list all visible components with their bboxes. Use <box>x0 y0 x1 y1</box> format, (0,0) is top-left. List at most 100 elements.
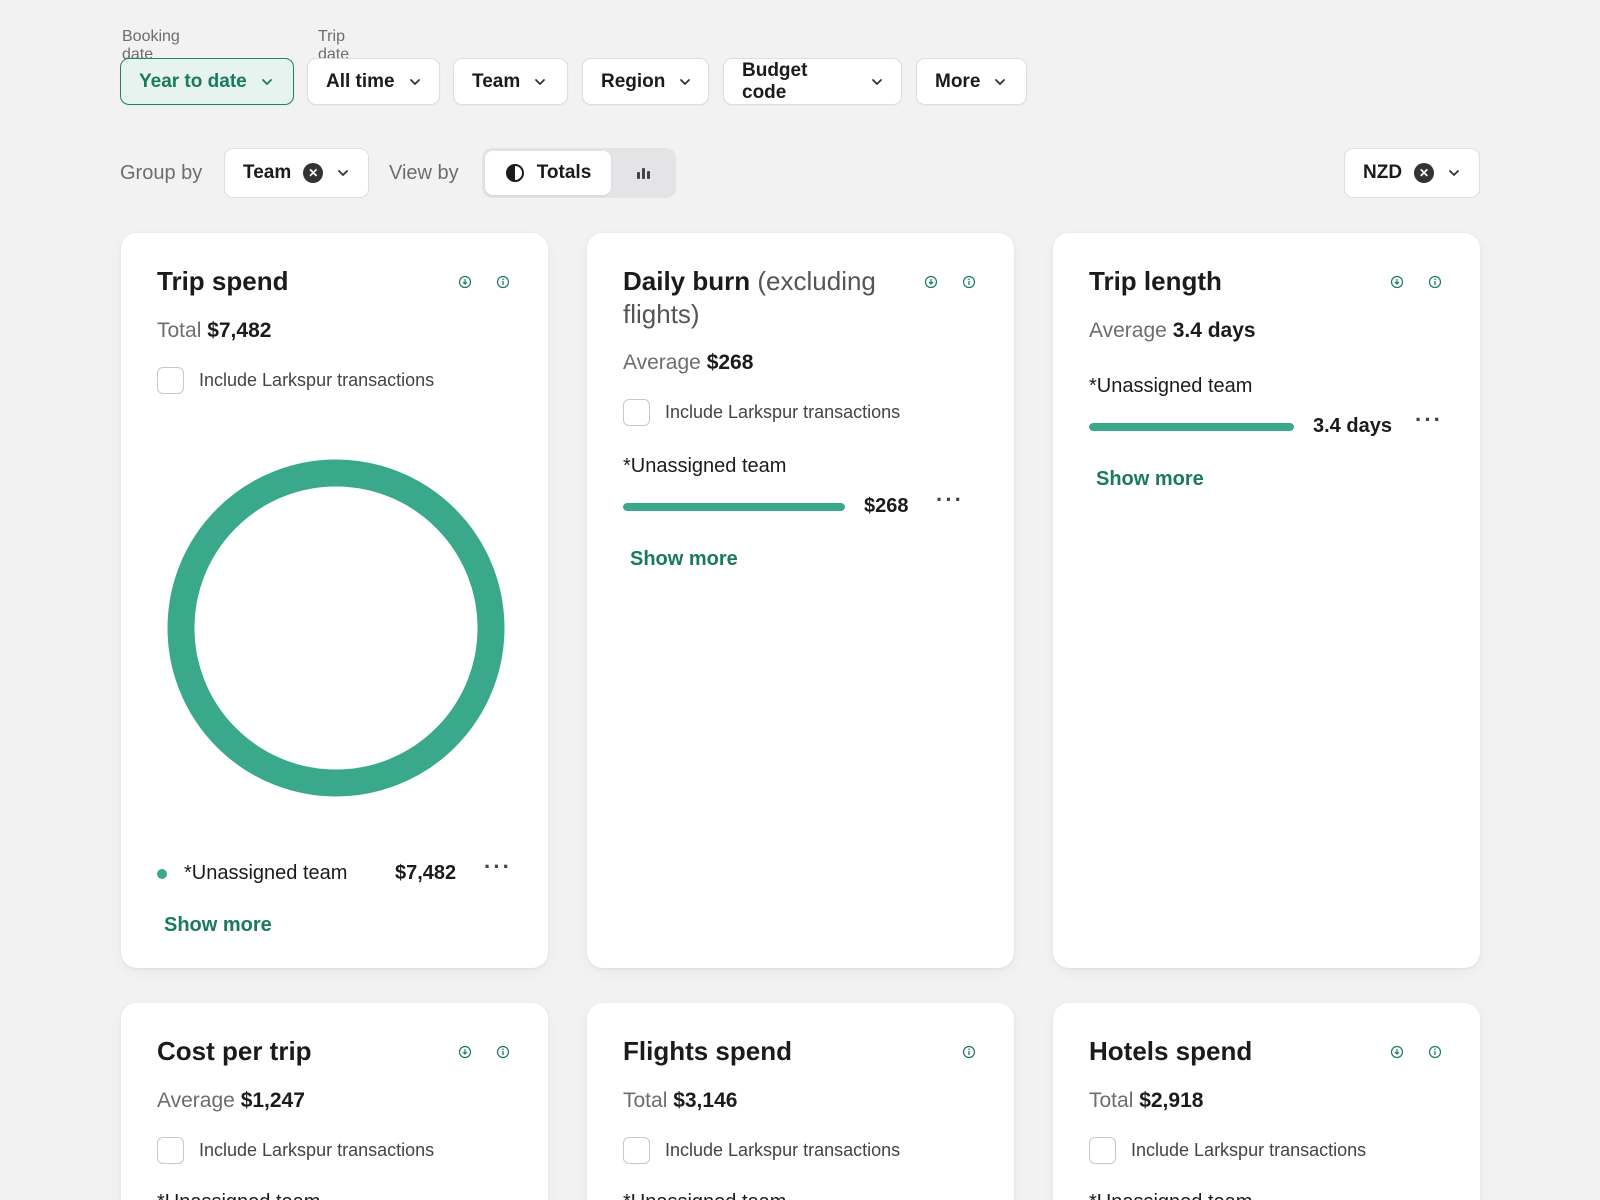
row-label: *Unassigned team <box>623 1191 786 1200</box>
card-title: Flights spend <box>623 1036 792 1066</box>
region-filter-label: Region <box>601 70 666 92</box>
larkspur-checkbox[interactable] <box>623 399 650 426</box>
larkspur-checkbox-row[interactable]: Include Larkspur transactions <box>623 399 900 426</box>
larkspur-checkbox[interactable] <box>623 1137 650 1164</box>
trip-date-value: All time <box>326 70 395 92</box>
bar-chart-icon <box>634 165 652 181</box>
trip-spend-card: Trip spend Total $7,482 Include Larkspur… <box>121 233 548 968</box>
chevron-down-icon <box>261 76 273 88</box>
view-by-label: View by <box>389 162 459 184</box>
card-title: Trip length <box>1089 266 1222 296</box>
legend-value: $7,482 <box>395 862 457 884</box>
info-icon[interactable] <box>1428 1045 1442 1059</box>
larkspur-checkbox-row[interactable]: Include Larkspur transactions <box>623 1137 900 1164</box>
chevron-down-icon <box>994 76 1006 88</box>
card-actions <box>924 275 976 289</box>
larkspur-checkbox[interactable] <box>157 367 184 394</box>
chevron-down-icon <box>534 76 546 88</box>
chevron-down-icon <box>409 76 421 88</box>
larkspur-checkbox-row[interactable]: Include Larkspur transactions <box>157 1137 434 1164</box>
clear-icon[interactable]: ✕ <box>1414 163 1435 183</box>
stat-label: Average <box>1089 319 1167 342</box>
stat-value: $3,146 <box>673 1089 738 1112</box>
card-title: Daily burn (excluding flights) <box>623 265 893 331</box>
info-icon[interactable] <box>962 1045 976 1059</box>
group-by-select[interactable]: Team ✕ <box>224 148 369 198</box>
flights-spend-card: Flights spend Total $3,146 Include Larks… <box>587 1003 1014 1200</box>
chevron-down-icon <box>337 167 349 179</box>
card-stat: Average $268 <box>623 351 753 375</box>
row-value: 3.4 days <box>1313 415 1392 437</box>
stat-label: Total <box>623 1089 668 1112</box>
trip-length-card: Trip length Average 3.4 days *Unassigned… <box>1053 233 1480 968</box>
download-icon[interactable] <box>1390 275 1404 289</box>
checkbox-label: Include Larkspur transactions <box>1131 1140 1367 1160</box>
currency-select[interactable]: NZD ✕ <box>1344 148 1480 198</box>
booking-date-value: Year to date <box>139 70 247 92</box>
legend-dot <box>157 869 167 879</box>
larkspur-checkbox[interactable] <box>157 1137 184 1164</box>
checkbox-label: Include Larkspur transactions <box>665 1140 901 1160</box>
more-options-icon[interactable]: ··· <box>936 487 964 513</box>
card-stat: Total $3,146 <box>623 1089 737 1113</box>
more-options-icon[interactable]: ··· <box>1415 407 1443 433</box>
stat-label: Total <box>157 319 202 342</box>
donut-slice-unassigned-team[interactable] <box>167 459 505 797</box>
checkbox-label: Include Larkspur transactions <box>665 402 901 422</box>
progress-bar-fill <box>1089 423 1294 431</box>
booking-date-filter[interactable]: Year to date <box>120 58 294 105</box>
view-by-toggle: Totals <box>482 148 676 198</box>
info-icon[interactable] <box>962 275 976 289</box>
budget-code-filter[interactable]: Budget code <box>723 58 902 105</box>
progress-bar <box>623 503 845 511</box>
stat-value: $1,247 <box>240 1089 305 1112</box>
cost-per-trip-card: Cost per trip Average $1,247 Include Lar… <box>121 1003 548 1200</box>
download-icon[interactable] <box>1390 1045 1404 1059</box>
stat-value: $2,918 <box>1139 1089 1204 1112</box>
card-title-main: Daily burn <box>623 266 751 296</box>
view-totals-label: Totals <box>536 162 592 183</box>
clear-icon[interactable]: ✕ <box>303 163 324 183</box>
chevron-down-icon <box>1448 167 1460 179</box>
card-title: Cost per trip <box>157 1036 312 1066</box>
stat-label: Average <box>623 351 701 374</box>
chevron-down-icon <box>679 76 691 88</box>
stat-label: Average <box>157 1089 235 1112</box>
larkspur-checkbox-row[interactable]: Include Larkspur transactions <box>157 367 434 394</box>
trip-date-filter[interactable]: All time <box>307 58 440 105</box>
progress-bar <box>1089 423 1294 431</box>
more-filter[interactable]: More <box>916 58 1027 105</box>
card-actions <box>962 1045 976 1059</box>
show-more-link[interactable]: Show more <box>1096 468 1204 491</box>
stat-value: $7,482 <box>207 319 272 342</box>
view-totals-option[interactable]: Totals <box>485 151 611 195</box>
filter-row: Year to date All time Team Region Budget… <box>120 58 1520 106</box>
row-label: *Unassigned team <box>623 455 787 477</box>
show-more-link[interactable]: Show more <box>630 548 738 571</box>
card-stat: Average 3.4 days <box>1089 319 1256 343</box>
more-filter-label: More <box>935 70 981 92</box>
view-bars-option[interactable] <box>614 151 672 195</box>
download-icon[interactable] <box>924 275 938 289</box>
info-icon[interactable] <box>1428 275 1442 289</box>
download-icon[interactable] <box>458 275 472 289</box>
card-title: Hotels spend <box>1089 1036 1253 1066</box>
hotels-spend-card: Hotels spend Total $2,918 Include Larksp… <box>1053 1003 1480 1200</box>
info-icon[interactable] <box>496 1045 510 1059</box>
larkspur-checkbox[interactable] <box>1089 1137 1116 1164</box>
currency-value: NZD <box>1363 162 1403 183</box>
card-stat: Total $7,482 <box>157 319 271 343</box>
more-options-icon[interactable]: ··· <box>484 854 512 880</box>
row-value: $268 <box>864 495 909 517</box>
download-icon[interactable] <box>458 1045 472 1059</box>
info-icon[interactable] <box>496 275 510 289</box>
larkspur-checkbox-row[interactable]: Include Larkspur transactions <box>1089 1137 1366 1164</box>
card-title: Trip spend <box>157 266 289 296</box>
show-more-link[interactable]: Show more <box>164 914 272 937</box>
team-filter-label: Team <box>472 70 521 92</box>
donut-chart <box>167 459 505 797</box>
checkbox-label: Include Larkspur transactions <box>199 1140 435 1160</box>
region-filter[interactable]: Region <box>582 58 709 105</box>
team-filter[interactable]: Team <box>453 58 568 105</box>
row-label: *Unassigned team <box>1089 1191 1252 1200</box>
